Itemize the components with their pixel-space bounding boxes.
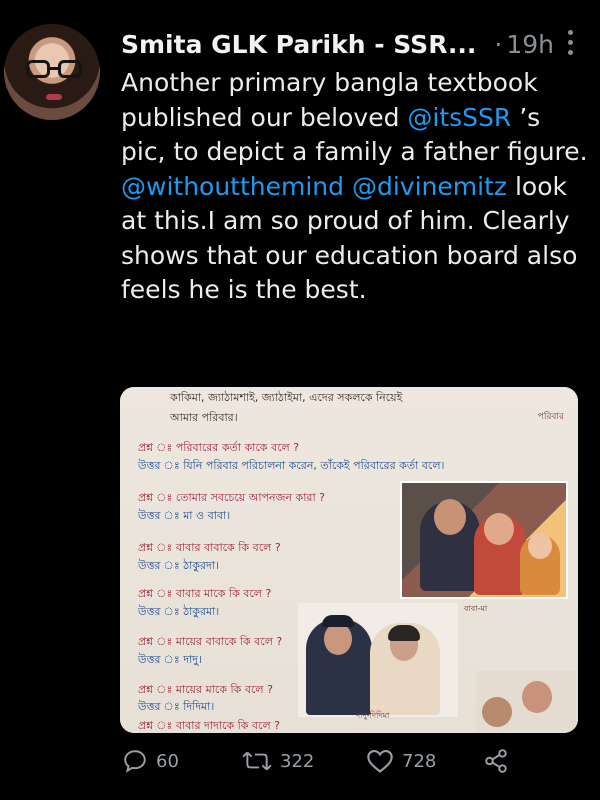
tweet-text: Another primary bangla textbook publishe… bbox=[121, 66, 591, 308]
qa-answer: উত্তর ঃ মা ও বাবা। bbox=[138, 509, 231, 522]
retweet-button[interactable]: 322 bbox=[242, 748, 314, 774]
qa-question: প্রশ্ন ঃ তোমার সবচেয়ে আপনজন কারা ? bbox=[138, 491, 325, 504]
family-photo bbox=[400, 481, 568, 599]
qa-question: প্রশ্ন ঃ বাবার দাদাকে কি বলে ? bbox=[138, 719, 280, 732]
author-name[interactable]: Smita GLK Parikh - SSR... bbox=[121, 30, 476, 59]
tweet-actions: 60 322 728 bbox=[120, 748, 590, 788]
qa-answer: উত্তর ঃ ঠাকুরমা। bbox=[138, 605, 220, 618]
tweet-media-image[interactable]: কাকিমা, জ্যাঠামশাই, জ্যাঠাইমা, এদের সকলক… bbox=[120, 387, 578, 733]
qa-answer: উত্তর ঃ যিনি পরিবার পরিচালনা করেন, তাঁকে… bbox=[138, 459, 445, 472]
relatives-photo bbox=[476, 671, 576, 731]
reply-icon bbox=[124, 750, 146, 773]
qa-question: প্রশ্ন ঃ বাবার মাকে কি বলে ? bbox=[138, 587, 272, 600]
qa-answer: উত্তর ঃ দাদু। bbox=[138, 653, 202, 666]
like-button[interactable]: 728 bbox=[366, 748, 436, 774]
retweet-count: 322 bbox=[280, 750, 315, 772]
separator-dot: · bbox=[494, 29, 503, 59]
textbook-top-line: কাকিমা, জ্যাঠামশাই, জ্যাঠাইমা, এদের সকলক… bbox=[170, 391, 403, 404]
share-icon bbox=[485, 749, 507, 773]
mention-withoutthemind[interactable]: @withoutthemind bbox=[121, 172, 344, 201]
glasses-icon bbox=[26, 60, 82, 78]
reply-button[interactable]: 60 bbox=[122, 748, 179, 774]
textbook-page: কাকিমা, জ্যাঠামশাই, জ্যাঠাইমা, এদের সকলক… bbox=[120, 387, 578, 733]
mention-itsssr[interactable]: @itsSSR bbox=[407, 103, 511, 132]
share-button[interactable] bbox=[482, 748, 510, 774]
like-count: 728 bbox=[402, 750, 437, 772]
retweet-icon bbox=[242, 751, 272, 771]
qa-question: প্রশ্ন ঃ বাবার বাবাকে কি বলে ? bbox=[138, 541, 281, 554]
mention-divinemitz[interactable]: @divinemitz bbox=[352, 172, 507, 201]
grandparents-photo bbox=[298, 603, 458, 717]
heart-icon bbox=[367, 750, 393, 773]
qa-question: প্রশ্ন ঃ পরিবারের কর্তা কাকে বলে ? bbox=[138, 441, 300, 454]
avatar-lips bbox=[46, 94, 62, 100]
tweet-header: Smita GLK Parikh - SSR... · 19h bbox=[121, 24, 590, 64]
text-part bbox=[344, 172, 352, 201]
qa-answer: উত্তর ঃ ঠাকুরদা। bbox=[138, 559, 219, 572]
qa-question: প্রশ্ন ঃ মায়ের বাবাকে কি বলে ? bbox=[138, 635, 283, 648]
timestamp[interactable]: 19h bbox=[506, 30, 554, 59]
reply-count: 60 bbox=[156, 750, 179, 772]
avatar[interactable] bbox=[4, 24, 100, 120]
grandparents-caption: দাদু-দিদিমা bbox=[356, 711, 390, 720]
textbook-corner-tag: পরিবার bbox=[537, 412, 564, 422]
textbook-top-line-2: আমার পরিবার। bbox=[170, 411, 238, 424]
family-caption: বাবা-মা bbox=[464, 604, 488, 613]
qa-answer: উত্তর ঃ দিদিমা। bbox=[138, 700, 215, 713]
more-options-icon[interactable] bbox=[568, 30, 574, 58]
